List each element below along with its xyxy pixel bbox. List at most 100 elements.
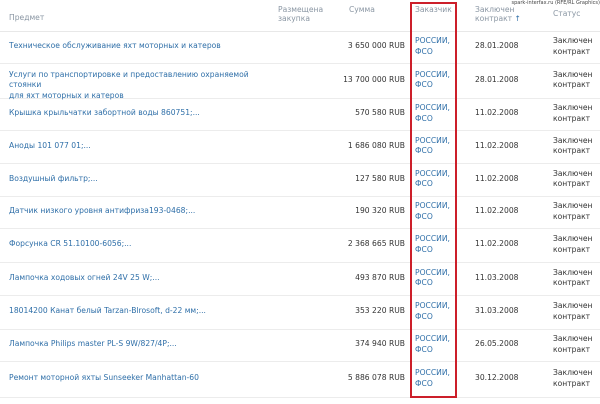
customer-line1: РОССИИ, xyxy=(415,168,450,178)
subject-link[interactable]: Крышка крыльчатки забортной воды 860751;… xyxy=(9,108,279,119)
column-header-sum[interactable]: Сумма xyxy=(349,5,375,14)
customer-link[interactable]: РОССИИ, ФСО xyxy=(415,103,450,124)
customer-link[interactable]: РОССИИ, ФСО xyxy=(415,334,450,355)
sum-value: 13 700 000 RUB xyxy=(343,74,405,84)
customer-line1: РОССИИ, xyxy=(415,234,450,243)
table-row: Форсунка CR 51.10100-6056;... 2 368 665 … xyxy=(0,228,600,263)
status-line2: контракт xyxy=(553,211,591,221)
subject-line1: Лампочка ходовых огней 24V 25 W;... xyxy=(9,272,160,282)
table-row: Лампочка Philips master PL-S 9W/827/4P;.… xyxy=(0,329,600,362)
customer-link[interactable]: РОССИИ, ФСО xyxy=(415,368,450,389)
subject-line1: Ремонт моторной яхты Sunseeker Manhattan… xyxy=(9,373,199,382)
status-line1: Заключен xyxy=(553,135,593,145)
contract-date: 11.02.2008 xyxy=(475,140,519,150)
contract-date: 11.02.2008 xyxy=(475,108,519,117)
sort-ascending-icon: ↑ xyxy=(514,14,521,23)
subject-line1: 18014200 Канат белый Tarzan-Blrosoft, d-… xyxy=(9,306,206,315)
customer-line2: ФСО xyxy=(415,244,433,254)
customer-link[interactable]: РОССИИ, ФСО xyxy=(415,201,450,222)
customer-link[interactable]: РОССИИ, ФСО xyxy=(415,301,450,322)
table-row: Лампочка ходовых огней 24V 25 W;... 493 … xyxy=(0,262,600,296)
subject-link[interactable]: 18014200 Канат белый Tarzan-Blrosoft, d-… xyxy=(9,306,279,317)
status-value: Заключен контракт xyxy=(553,103,592,124)
status-line1: Заключен xyxy=(553,267,593,277)
column-header-placement[interactable]: Размещена закупка xyxy=(278,5,323,23)
table-row: Датчик низкого уровня антифриза193-0468;… xyxy=(0,196,600,229)
status-line1: Заключен xyxy=(553,201,593,210)
status-line2: контракт xyxy=(553,378,591,388)
status-line2: контракт xyxy=(553,278,591,287)
customer-line2: ФСО xyxy=(415,344,433,354)
column-header-placement-line1: Размещена xyxy=(278,5,324,14)
customer-line2: ФСО xyxy=(415,146,433,155)
customer-line1: РОССИИ, xyxy=(415,267,450,277)
status-line2: контракт xyxy=(553,80,591,89)
table-row: Ремонт моторной яхты Sunseeker Manhattan… xyxy=(0,361,600,398)
customer-link[interactable]: РОССИИ, ФСО xyxy=(415,70,450,91)
contract-date: 11.03.2008 xyxy=(475,272,519,282)
customer-line1: РОССИИ, xyxy=(415,201,450,210)
status-value: Заключен контракт xyxy=(553,169,592,190)
subject-link[interactable]: Услуги по транспортировке и предоставлен… xyxy=(9,70,279,102)
customer-link[interactable]: РОССИИ, ФСО xyxy=(415,268,450,289)
customer-line1: РОССИИ, xyxy=(415,301,450,310)
status-line1: Заключен xyxy=(553,103,593,112)
subject-link[interactable]: Воздушный фильтр;... xyxy=(9,174,279,185)
status-line1: Заключен xyxy=(553,334,593,343)
sum-value: 1 686 080 RUB xyxy=(347,140,405,150)
customer-line1: РОССИИ, xyxy=(415,103,450,112)
sum-value: 5 886 078 RUB xyxy=(347,373,405,382)
status-line1: Заключен xyxy=(553,168,593,178)
customer-link[interactable]: РОССИИ, ФСО xyxy=(415,234,450,255)
customer-line1: РОССИИ, xyxy=(415,69,450,79)
sum-value: 570 580 RUB xyxy=(355,108,405,117)
subject-link[interactable]: Форсунка CR 51.10100-6056;... xyxy=(9,239,279,250)
status-line1: Заключен xyxy=(553,301,593,310)
contract-date: 30.12.2008 xyxy=(475,373,519,382)
status-line1: Заключен xyxy=(553,69,593,79)
sum-value: 374 940 RUB xyxy=(355,339,405,348)
contract-date: 11.02.2008 xyxy=(475,239,519,248)
customer-link[interactable]: РОССИИ, ФСО xyxy=(415,169,450,190)
subject-link[interactable]: Лампочка ходовых огней 24V 25 W;... xyxy=(9,273,279,284)
status-line2: контракт xyxy=(553,311,591,321)
customer-line2: ФСО xyxy=(415,211,433,221)
table-row: Крышка крыльчатки забортной воды 860751;… xyxy=(0,98,600,131)
status-value: Заключен контракт xyxy=(553,368,592,389)
subject-line1: Лампочка Philips master PL-S 9W/827/4P;.… xyxy=(9,339,177,348)
status-line1: Заключен xyxy=(553,368,593,377)
image-credit: spark-interfax.ru (RFE/RL Graphics) xyxy=(511,0,600,6)
subject-link[interactable]: Ремонт моторной яхты Sunseeker Manhattan… xyxy=(9,373,279,384)
subject-link[interactable]: Лампочка Philips master PL-S 9W/827/4P;.… xyxy=(9,339,279,350)
customer-link[interactable]: РОССИИ, ФСО xyxy=(415,36,450,57)
status-value: Заключен контракт xyxy=(553,234,592,255)
table-row: Техническое обслуживание яхт моторных и … xyxy=(0,31,600,64)
status-line1: Заключен xyxy=(553,36,593,45)
customer-line1: РОССИИ, xyxy=(415,36,450,45)
sum-value: 493 870 RUB xyxy=(355,272,405,282)
sum-value: 353 220 RUB xyxy=(355,306,405,315)
column-header-status[interactable]: Статус xyxy=(553,9,580,18)
subject-link[interactable]: Датчик низкого уровня антифриза193-0468;… xyxy=(9,206,279,217)
sum-value: 3 650 000 RUB xyxy=(347,41,405,50)
subject-line1: Крышка крыльчатки забортной воды 860751;… xyxy=(9,108,200,117)
sum-value: 2 368 665 RUB xyxy=(347,239,405,248)
status-value: Заключен контракт xyxy=(553,136,592,157)
contract-date: 28.01.2008 xyxy=(475,41,519,50)
subject-line1: Воздушный фильтр;... xyxy=(9,173,98,183)
status-line2: контракт xyxy=(553,244,591,254)
column-header-contract[interactable]: Заключен контракт ↑ xyxy=(475,5,521,23)
status-value: Заключен контракт xyxy=(553,334,592,355)
customer-line1: РОССИИ, xyxy=(415,368,450,377)
customer-link[interactable]: РОССИИ, ФСО xyxy=(415,136,450,157)
column-header-customer[interactable]: Заказчик xyxy=(415,5,452,14)
subject-line1: Техническое обслуживание яхт моторных и … xyxy=(9,41,221,50)
column-header-contract-line1: Заключен xyxy=(475,5,515,14)
subject-link[interactable]: Аноды 101 077 01;... xyxy=(9,141,279,152)
subject-link[interactable]: Техническое обслуживание яхт моторных и … xyxy=(9,41,279,52)
customer-line2: ФСО xyxy=(415,378,433,388)
contract-date: 26.05.2008 xyxy=(475,339,519,348)
contract-date: 31.03.2008 xyxy=(475,306,519,315)
status-line2: контракт xyxy=(553,179,591,188)
column-header-subject[interactable]: Предмет xyxy=(9,13,44,22)
